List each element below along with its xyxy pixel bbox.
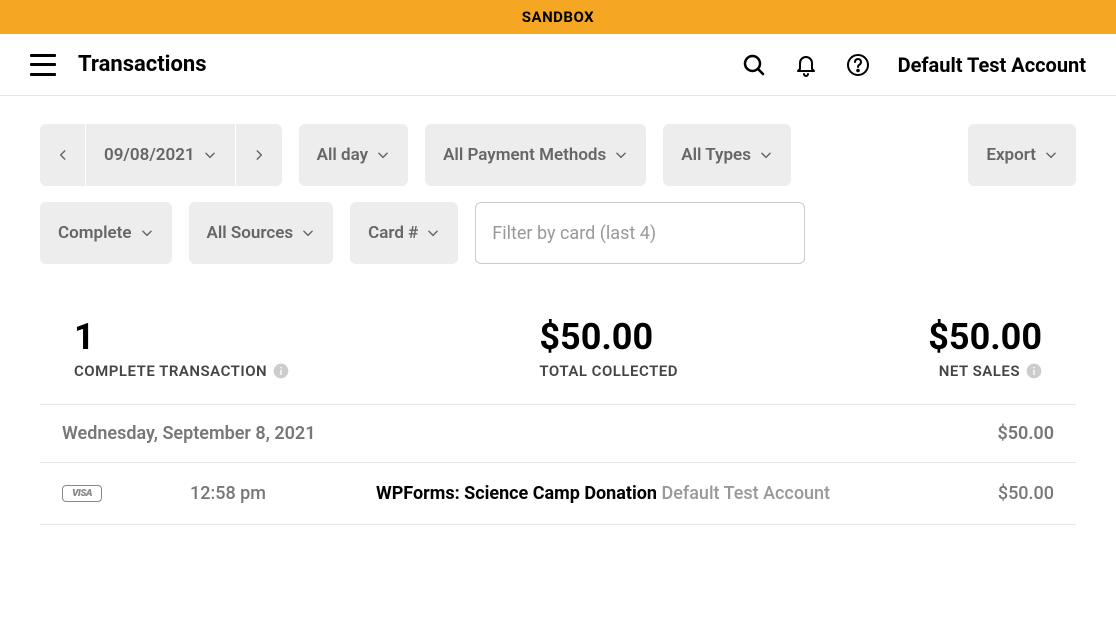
summary-complete-count: 1 COMPLETE TRANSACTION (74, 316, 289, 380)
transaction-secondary: Default Test Account (661, 483, 830, 504)
transaction-primary: WPForms: Science Camp Donation (376, 483, 657, 504)
types-filter[interactable]: All Types (663, 124, 791, 186)
filters-row-1: 09/08/2021 All day All Payment Methods A… (0, 96, 1116, 198)
next-date-button[interactable] (236, 124, 282, 186)
transaction-date-group: Wednesday, September 8, 2021 $50.00 (40, 404, 1076, 463)
summary-count-label: COMPLETE TRANSACTION (74, 362, 267, 380)
sandbox-banner: SANDBOX (0, 0, 1116, 34)
date-nav-group: 09/08/2021 (40, 124, 282, 186)
time-filter-label: All day (317, 145, 368, 165)
types-filter-label: All Types (681, 145, 751, 165)
summary-total-collected: $50.00 TOTAL COLLECTED (539, 316, 678, 380)
date-filter-label: 09/08/2021 (104, 145, 195, 165)
payment-method-filter[interactable]: All Payment Methods (425, 124, 646, 186)
summary-collected-value: $50.00 (539, 316, 678, 358)
summary-section: 1 COMPLETE TRANSACTION $50.00 TOTAL COLL… (0, 276, 1116, 404)
page-title: Transactions (78, 52, 207, 77)
payment-method-filter-label: All Payment Methods (443, 145, 606, 165)
date-filter[interactable]: 09/08/2021 (86, 124, 236, 186)
export-button-label: Export (986, 145, 1036, 165)
header: Transactions Default Test Account (0, 34, 1116, 96)
export-button[interactable]: Export (968, 124, 1076, 186)
account-name[interactable]: Default Test Account (898, 53, 1086, 77)
card-num-filter[interactable]: Card # (350, 202, 458, 264)
status-filter-label: Complete (58, 223, 132, 243)
prev-date-button[interactable] (40, 124, 86, 186)
visa-icon: VISA (62, 485, 102, 502)
header-right: Default Test Account (742, 53, 1086, 77)
menu-icon[interactable] (30, 54, 56, 76)
summary-collected-label: TOTAL COLLECTED (539, 362, 678, 380)
bell-icon[interactable] (794, 53, 818, 77)
summary-count-value: 1 (74, 316, 289, 358)
transaction-description: WPForms: Science Camp Donation Default T… (376, 483, 980, 504)
time-filter[interactable]: All day (299, 124, 408, 186)
date-group-label: Wednesday, September 8, 2021 (62, 423, 315, 444)
status-filter[interactable]: Complete (40, 202, 172, 264)
summary-net-sales: $50.00 NET SALES (928, 316, 1042, 380)
transaction-amount: $50.00 (998, 483, 1054, 504)
info-icon[interactable] (273, 363, 289, 379)
help-icon[interactable] (846, 53, 870, 77)
search-icon[interactable] (742, 53, 766, 77)
transaction-time: 12:58 pm (190, 483, 266, 504)
transaction-row[interactable]: VISA 12:58 pm WPForms: Science Camp Dona… (40, 463, 1076, 525)
sources-filter-label: All Sources (207, 223, 294, 243)
transactions-section: Wednesday, September 8, 2021 $50.00 VISA… (0, 404, 1116, 525)
sources-filter[interactable]: All Sources (189, 202, 334, 264)
info-icon[interactable] (1026, 363, 1042, 379)
card-filter-input[interactable] (475, 202, 805, 264)
date-group-total: $50.00 (997, 423, 1054, 444)
summary-net-value: $50.00 (928, 316, 1042, 358)
filters-row-2: Complete All Sources Card # (0, 198, 1116, 276)
summary-net-label: NET SALES (939, 362, 1020, 380)
card-num-filter-label: Card # (368, 223, 418, 243)
header-left: Transactions (30, 52, 207, 77)
